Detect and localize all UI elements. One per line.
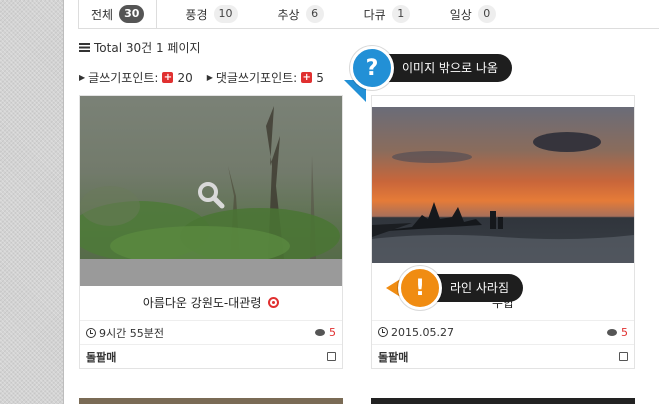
- tab-count-badge: 1: [391, 5, 410, 23]
- save-icon[interactable]: [619, 352, 628, 361]
- plus-square-icon: +: [162, 72, 174, 83]
- card-title[interactable]: 아름다운 강원도-대관령: [80, 286, 342, 320]
- image-bottom-gap: [80, 259, 342, 286]
- card-footer: 돌팔매: [372, 344, 634, 368]
- caret-right-icon: ▶: [79, 73, 86, 82]
- clock-icon: [86, 327, 96, 338]
- sunset-photo-detail: [372, 132, 634, 263]
- tab-count-badge: 10: [213, 5, 238, 23]
- tabs-divider: [78, 28, 659, 29]
- tab-label: 풍경: [185, 7, 208, 22]
- card-time: 9시간 55분전: [86, 325, 164, 341]
- comments-icon: [315, 329, 325, 336]
- comment-count: 5: [607, 326, 628, 339]
- annotation-callout-blue: ? 이미지 밖으로 나옴: [344, 46, 512, 102]
- tab-count-badge: 6: [305, 5, 324, 23]
- category-tabs: 전체 30 풍경 10 추상 6 다큐 1 일상 0: [78, 0, 524, 29]
- gallery-card[interactable]: 수합 2015.05.27 5 돌팔매: [371, 95, 635, 369]
- card-thumbnail[interactable]: [372, 96, 634, 286]
- clock-icon: [378, 327, 388, 337]
- total-text: Total 30건 1 페이지: [94, 41, 201, 55]
- tab-label: 추상: [277, 7, 300, 22]
- next-card-thumbnail: [79, 398, 343, 404]
- question-icon: ?: [350, 46, 394, 90]
- tab-label: 다큐: [363, 7, 386, 22]
- caret-right-icon: ▶: [206, 73, 213, 82]
- card-time: 2015.05.27: [378, 326, 454, 339]
- tab-label: 전체: [91, 7, 114, 22]
- card-author[interactable]: 돌팔매: [378, 349, 408, 365]
- comments-icon: [607, 329, 617, 336]
- card-author[interactable]: 돌팔매: [86, 349, 116, 365]
- target-icon: [268, 297, 280, 308]
- card-title-text: 아름다운 강원도-대관령: [142, 296, 262, 310]
- comment-point: ▶ 댓글쓰기포인트: + 5: [207, 69, 324, 86]
- write-point: ▶ 글쓰기포인트: + 20: [79, 69, 193, 86]
- tab-landscape[interactable]: 풍경 10: [173, 0, 249, 28]
- tab-daily[interactable]: 일상 0: [438, 0, 508, 28]
- point-info: ▶ 글쓰기포인트: + 20 ▶ 댓글쓰기포인트: + 5: [79, 69, 338, 86]
- comment-count: 5: [315, 326, 336, 339]
- tab-count-badge: 30: [119, 5, 145, 23]
- total-count: Total 30건 1 페이지: [79, 39, 201, 56]
- write-point-value: 20: [177, 70, 193, 85]
- card-footer: 돌팔매: [80, 344, 342, 368]
- tab-documentary[interactable]: 다큐 1: [352, 0, 422, 28]
- tab-all[interactable]: 전체 30: [78, 0, 158, 29]
- exclamation-icon: !: [398, 266, 442, 310]
- comment-point-label: 댓글쓰기포인트:: [215, 71, 298, 85]
- card-meta: 9시간 55분전 5: [80, 320, 342, 344]
- tab-label: 일상: [449, 7, 472, 22]
- list-icon: [79, 43, 90, 52]
- save-icon[interactable]: [327, 352, 336, 361]
- page-background-texture: [0, 0, 64, 404]
- tab-abstract[interactable]: 추상 6: [266, 0, 336, 28]
- comment-point-value: 5: [316, 70, 324, 85]
- card-time-text: 2015.05.27: [391, 326, 454, 339]
- write-point-label: 글쓰기포인트:: [88, 71, 159, 85]
- next-card-thumbnail: [371, 398, 635, 404]
- comment-count-text: 5: [621, 326, 628, 339]
- callout-text: 이미지 밖으로 나옴: [374, 54, 512, 82]
- annotation-callout-orange: ! 라인 사라짐: [386, 266, 524, 310]
- search-icon[interactable]: [196, 180, 226, 210]
- card-meta: 2015.05.27 5: [372, 320, 634, 344]
- tab-count-badge: 0: [477, 5, 496, 23]
- card-time-text: 9시간 55분전: [99, 326, 164, 340]
- card-thumbnail[interactable]: [80, 96, 342, 286]
- comment-count-text: 5: [329, 326, 336, 339]
- plus-square-icon: +: [301, 72, 313, 83]
- gallery-card[interactable]: 아름다운 강원도-대관령 9시간 55분전 5 돌팔매: [79, 95, 343, 369]
